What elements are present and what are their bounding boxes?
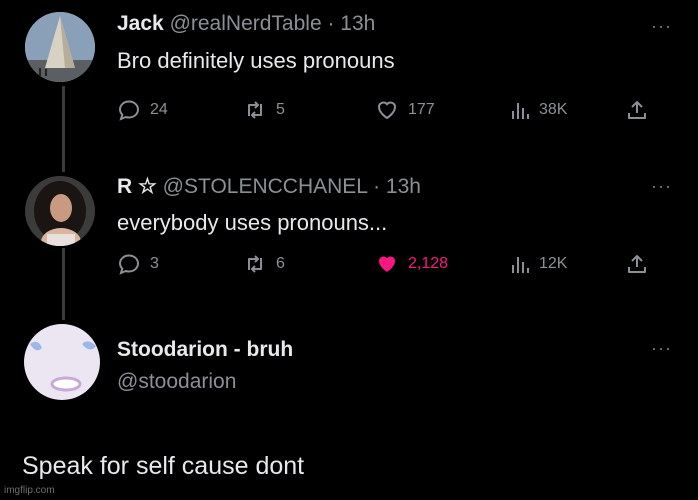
repost-icon — [248, 101, 262, 119]
timestamp[interactable]: · 13h — [327, 12, 375, 35]
reply-button[interactable]: 3 — [117, 252, 159, 276]
reply-count: 3 — [150, 255, 159, 272]
user-handle[interactable]: @realNerdTable — [170, 12, 322, 35]
reply-count: 24 — [150, 101, 168, 118]
view-count: 38K — [539, 101, 568, 118]
avatar-image — [25, 176, 95, 246]
tweet-text: everybody uses pronouns... — [117, 210, 388, 235]
like-icon — [377, 101, 397, 120]
avatar[interactable] — [25, 12, 95, 82]
watermark: imgflip.com — [4, 485, 55, 496]
share-icon — [628, 101, 646, 119]
avatar-image — [25, 12, 95, 82]
views-button[interactable]: 38K — [510, 98, 567, 122]
more-icon[interactable]: ··· — [651, 338, 672, 359]
display-name[interactable]: R ☆ — [117, 175, 157, 198]
reply-button[interactable]: 24 — [117, 98, 168, 122]
avatar[interactable] — [25, 176, 95, 246]
reply-header: Stoodarion - bruh — [117, 338, 293, 362]
share-button[interactable] — [625, 98, 649, 122]
display-name[interactable]: Jack — [117, 12, 164, 35]
display-name[interactable]: Stoodarion - bruh — [117, 338, 293, 361]
views-icon — [512, 257, 529, 273]
avatar-image — [24, 324, 100, 400]
repost-button[interactable]: 5 — [243, 98, 285, 122]
like-button[interactable]: 177 — [375, 98, 435, 122]
tweet-header: Jack @realNerdTable · 13h — [117, 12, 375, 36]
user-handle[interactable]: @STOLENCCHANEL — [163, 175, 368, 198]
share-icon — [628, 255, 646, 273]
thread-line — [62, 86, 65, 172]
avatar[interactable] — [24, 324, 100, 400]
timestamp[interactable]: · 13h — [373, 175, 421, 198]
tweet-header: R ☆ @STOLENCCHANEL · 13h — [117, 174, 421, 199]
like-icon — [379, 256, 395, 272]
repost-count: 5 — [276, 101, 285, 118]
reply-icon — [118, 254, 140, 275]
user-handle[interactable]: @stoodarion — [117, 370, 236, 394]
like-count: 2,128 — [408, 255, 449, 272]
view-count: 12K — [539, 255, 568, 272]
thread-line — [62, 248, 65, 320]
tweet-text: Bro definitely uses pronouns — [117, 48, 395, 73]
views-icon — [512, 103, 529, 119]
like-button[interactable]: 2,128 — [375, 252, 448, 276]
action-bar: 24 5 177 38K — [117, 98, 677, 124]
repost-button[interactable]: 6 — [243, 252, 285, 276]
more-icon[interactable]: ··· — [651, 16, 672, 37]
views-button[interactable]: 12K — [510, 252, 567, 276]
action-bar: 3 6 2,128 12K — [117, 252, 677, 278]
like-count: 177 — [408, 101, 435, 118]
repost-count: 6 — [276, 255, 285, 272]
more-icon[interactable]: ··· — [651, 176, 672, 197]
reply-icon — [118, 100, 140, 121]
share-button[interactable] — [625, 252, 649, 276]
reply-text: Speak for self cause dont — [22, 452, 305, 480]
repost-icon — [248, 255, 262, 273]
